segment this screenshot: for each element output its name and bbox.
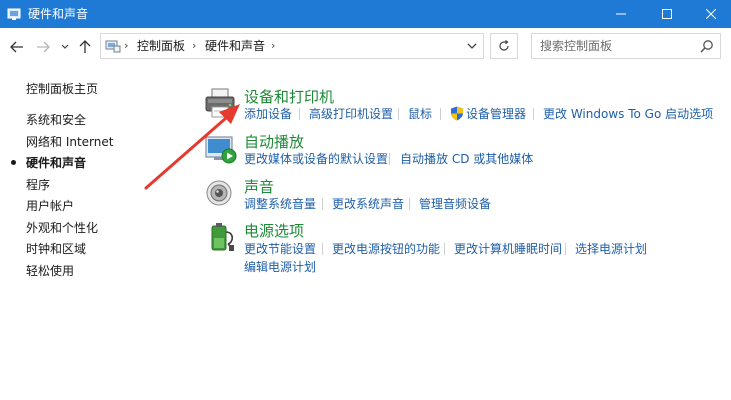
category-title-sound[interactable]: 声音	[244, 178, 274, 196]
arrow-right-icon	[37, 41, 50, 53]
control-panel-icon	[105, 40, 121, 53]
link-edit-power-plan[interactable]: 编辑电源计划	[244, 260, 316, 274]
link-power-button-function[interactable]: 更改电源按钮的功能	[332, 242, 440, 256]
link-autoplay-cd[interactable]: 自动播放 CD 或其他媒体	[400, 152, 533, 166]
category-title-devices-printers[interactable]: 设备和打印机	[244, 88, 334, 106]
breadcrumb-separator: ›	[124, 39, 129, 52]
control-panel-icon	[7, 8, 21, 20]
link-separator	[322, 243, 323, 255]
uac-shield-icon	[451, 106, 463, 121]
maximize-icon	[662, 9, 672, 19]
link-separator	[299, 108, 300, 120]
navigation-bar: › 控制面板 › 硬件和声音 ›	[0, 28, 731, 66]
forward-button[interactable]	[34, 36, 52, 58]
breadcrumb-control-panel[interactable]: 控制面板	[137, 39, 185, 53]
up-button[interactable]	[76, 36, 94, 58]
link-choose-power-plan[interactable]: 选择电源计划	[575, 242, 647, 256]
breadcrumb-hardware-sound[interactable]: 硬件和声音	[205, 39, 265, 53]
search-icon[interactable]	[700, 39, 714, 53]
link-separator	[533, 108, 534, 120]
link-manage-audio-devices[interactable]: 管理音频设备	[419, 197, 491, 211]
chevron-down-icon	[61, 44, 69, 49]
category-title-power-options[interactable]: 电源选项	[244, 222, 304, 240]
leftnav-item-programs[interactable]: 程序	[26, 178, 50, 192]
link-device-manager[interactable]: 设备管理器	[466, 107, 526, 121]
search-box[interactable]	[531, 33, 721, 59]
minimize-button[interactable]	[598, 0, 644, 28]
refresh-button[interactable]	[490, 33, 518, 59]
breadcrumb-separator: ›	[192, 39, 197, 52]
link-separator	[565, 243, 566, 255]
leftnav-item-appearance[interactable]: 外观和个性化	[26, 221, 98, 235]
printer-icon[interactable]	[204, 86, 238, 120]
link-mouse[interactable]: 鼠标	[408, 107, 432, 121]
link-add-device[interactable]: 添加设备	[244, 107, 292, 121]
close-button[interactable]	[690, 0, 731, 28]
link-windows-to-go[interactable]: 更改 Windows To Go 启动选项	[543, 107, 713, 121]
link-separator	[322, 198, 323, 210]
recent-locations-button[interactable]	[58, 36, 72, 58]
link-separator	[398, 108, 399, 120]
maximize-button[interactable]	[644, 0, 690, 28]
window-title: 硬件和声音	[28, 7, 89, 21]
category-title-autoplay[interactable]: 自动播放	[244, 133, 304, 151]
link-change-power-saving[interactable]: 更改节能设置	[244, 242, 316, 256]
leftnav-item-hardware-sound[interactable]: 硬件和声音	[26, 156, 86, 170]
search-input[interactable]	[540, 38, 690, 54]
link-change-system-sounds[interactable]: 更改系统声音	[332, 197, 404, 211]
speaker-icon[interactable]	[204, 176, 238, 210]
link-change-media-defaults[interactable]: 更改媒体或设备的默认设置	[244, 152, 388, 166]
leftnav-item-network[interactable]: 网络和 Internet	[26, 135, 113, 149]
link-separator	[444, 243, 445, 255]
leftnav-item-user-accounts[interactable]: 用户帐户	[26, 199, 74, 213]
link-separator	[389, 153, 390, 165]
title-bar: 硬件和声音	[0, 0, 731, 28]
link-separator	[409, 198, 410, 210]
address-bar[interactable]: › 控制面板 › 硬件和声音 ›	[100, 33, 484, 59]
chevron-down-icon[interactable]	[465, 40, 479, 52]
leftnav-item-ease-of-access[interactable]: 轻松使用	[26, 264, 74, 278]
leftnav-item-home[interactable]: 控制面板主页	[26, 82, 98, 96]
leftnav-item-system-security[interactable]: 系统和安全	[26, 113, 86, 127]
close-icon	[705, 9, 716, 19]
minimize-icon	[616, 13, 626, 15]
current-item-bullet	[11, 160, 16, 165]
leftnav-item-clock-region[interactable]: 时钟和区域	[26, 242, 86, 256]
arrow-left-icon	[10, 41, 23, 53]
refresh-icon	[499, 40, 509, 51]
breadcrumb-separator: ›	[271, 39, 276, 52]
link-advanced-printer-settings[interactable]: 高级打印机设置	[309, 107, 393, 121]
link-separator	[440, 108, 441, 120]
link-change-sleep-time[interactable]: 更改计算机睡眠时间	[454, 242, 562, 256]
battery-icon[interactable]	[204, 220, 238, 254]
arrow-up-icon	[79, 40, 91, 53]
link-adjust-volume[interactable]: 调整系统音量	[244, 197, 316, 211]
autoplay-icon[interactable]	[204, 131, 238, 165]
back-button[interactable]	[8, 36, 26, 58]
